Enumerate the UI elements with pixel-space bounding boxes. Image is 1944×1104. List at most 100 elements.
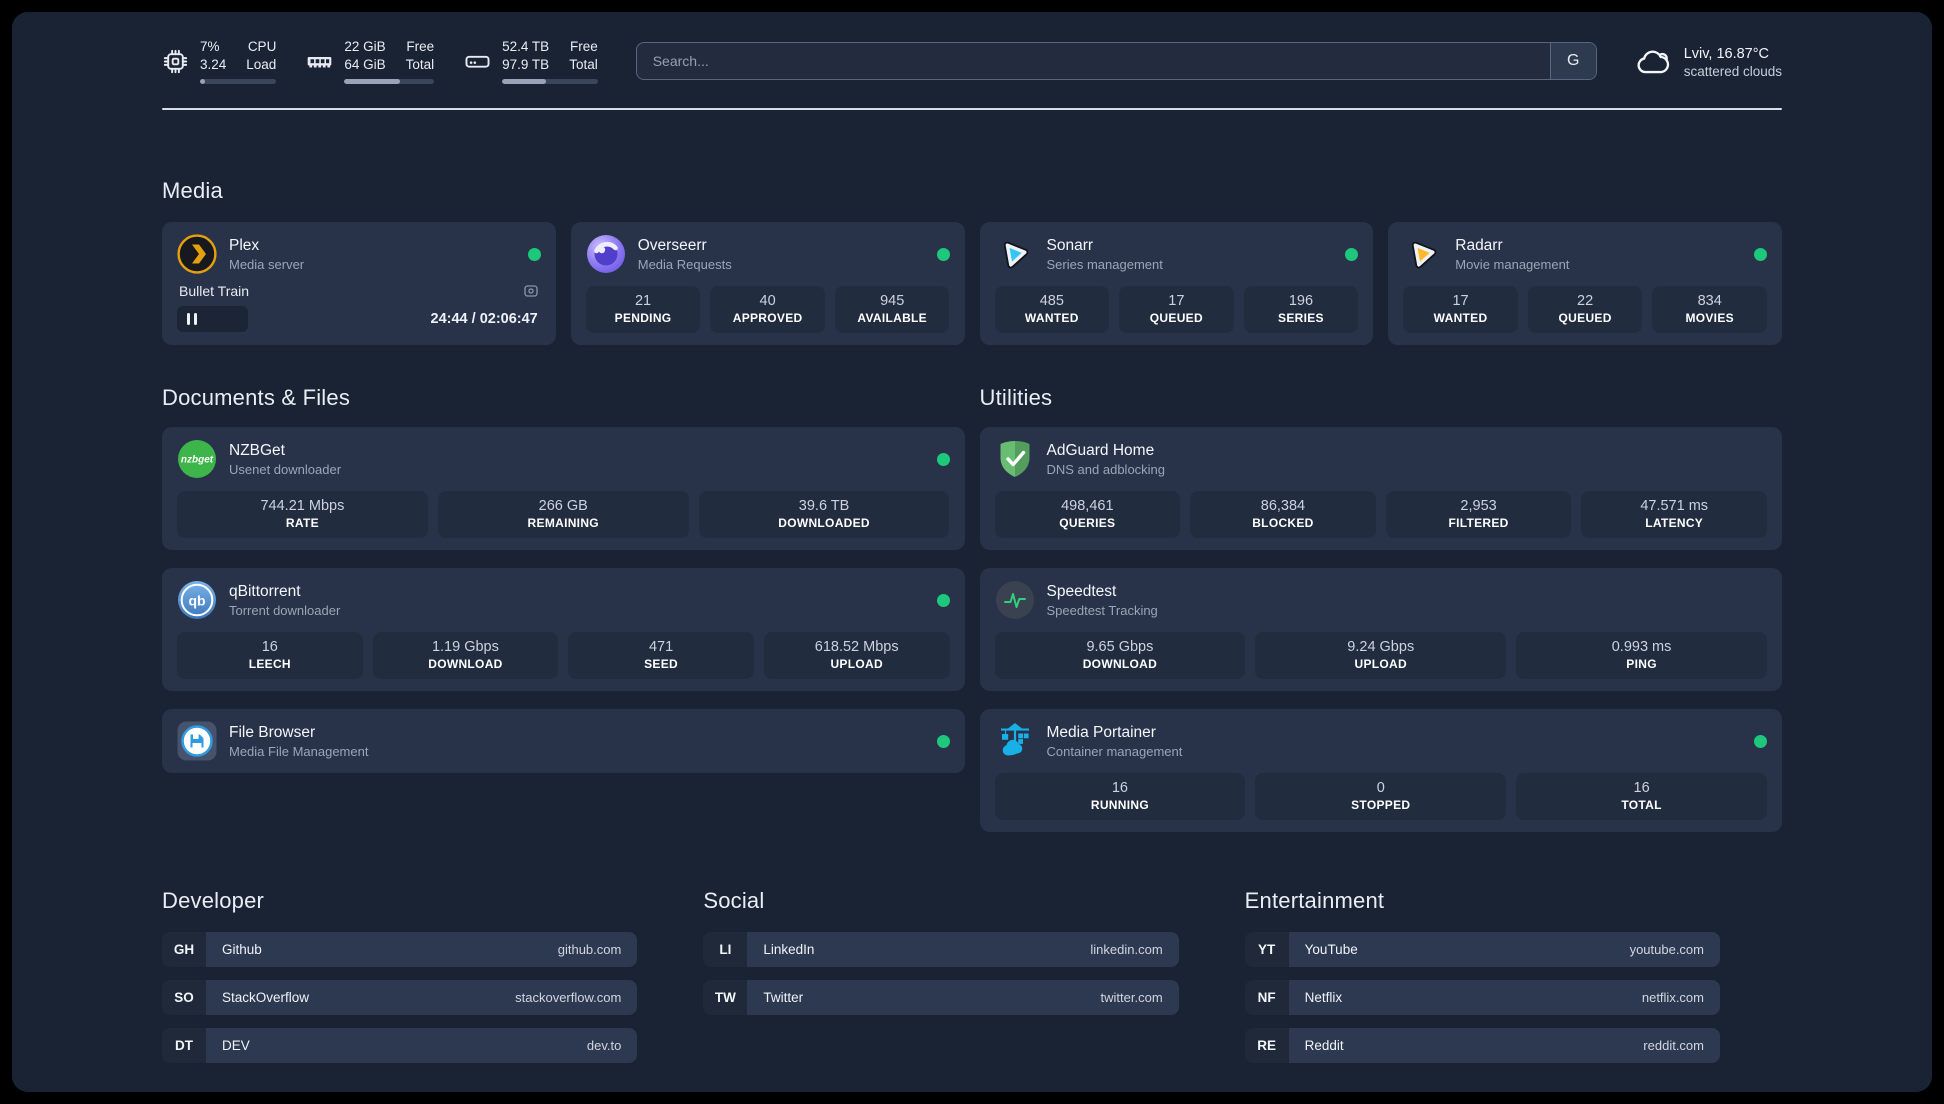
bookmark-twitter[interactable]: TW Twitter twitter.com bbox=[703, 980, 1179, 1016]
bookmark-linkedin[interactable]: LI LinkedIn linkedin.com bbox=[703, 932, 1179, 968]
app-card-filebrowser[interactable]: File Browser Media File Management bbox=[162, 709, 965, 774]
status-online-dot bbox=[1754, 247, 1767, 261]
section-documents: Documents & Files nzbget NZBGet Usenet d… bbox=[162, 385, 965, 774]
cpu-load: 3.24 bbox=[200, 57, 227, 73]
total-label: Total bbox=[569, 57, 598, 73]
filebrowser-icon bbox=[177, 721, 217, 761]
app-subtitle: Usenet downloader bbox=[229, 461, 342, 477]
stat-seed: 471 SEED bbox=[568, 632, 754, 680]
sonarr-icon bbox=[995, 234, 1035, 274]
bookmark-abbr: NF bbox=[1244, 980, 1289, 1016]
app-name: qBittorrent bbox=[229, 582, 301, 600]
app-subtitle: Series management bbox=[1046, 256, 1163, 272]
status-online-dot bbox=[936, 593, 950, 607]
playback-progress-bar: 24:44 / 02:06:47 bbox=[177, 306, 541, 333]
radarr-icon bbox=[1403, 234, 1443, 274]
bookmark-name: Twitter bbox=[763, 990, 804, 1006]
bookmark-abbr: YT bbox=[1244, 932, 1289, 968]
section-social: Social LI LinkedIn linkedin.com TW Twitt… bbox=[703, 888, 1179, 1028]
pause-button[interactable] bbox=[187, 313, 197, 326]
overseerr-icon bbox=[586, 234, 626, 274]
app-card-radarr[interactable]: Radarr Movie management 17 WANTED 22 QUEUE… bbox=[1388, 222, 1782, 346]
bookmark-name: Reddit bbox=[1304, 1038, 1344, 1054]
bookmark-abbr: SO bbox=[162, 980, 206, 1016]
bookmark-github[interactable]: GH Github github.com bbox=[162, 932, 638, 968]
disk-progress-bar bbox=[502, 79, 598, 85]
bookmark-url: github.com bbox=[557, 942, 622, 958]
bookmark-dev[interactable]: DT DEV dev.to bbox=[162, 1028, 638, 1064]
app-name: Sonarr bbox=[1046, 236, 1094, 254]
stat-queries: 498,461 QUERIES bbox=[994, 491, 1181, 539]
bookmark-name: LinkedIn bbox=[763, 942, 815, 958]
bookmark-netflix[interactable]: NF Netflix netflix.com bbox=[1244, 980, 1720, 1016]
app-name: File Browser bbox=[229, 723, 316, 741]
stat-upload: 618.52 Mbps UPLOAD bbox=[763, 632, 950, 680]
app-card-portainer[interactable]: Media Portainer Container management 16 R… bbox=[979, 709, 1782, 833]
disk-total: 97.9 TB bbox=[502, 57, 550, 73]
app-card-sonarr[interactable]: Sonarr Series management 485 WANTED 17 QUE… bbox=[979, 222, 1374, 346]
app-subtitle: Container management bbox=[1046, 743, 1183, 759]
bookmark-name: YouTube bbox=[1304, 942, 1358, 958]
dashboard: 7% 3.24 CPU Load 22 GiB 64 GiB Free Tota… bbox=[12, 12, 1932, 1092]
bookmark-abbr: GH bbox=[162, 932, 206, 968]
bookmark-name: Netflix bbox=[1304, 990, 1343, 1006]
app-name: AdGuard Home bbox=[1046, 441, 1155, 459]
status-online-dot bbox=[936, 734, 950, 748]
cloud-icon bbox=[1635, 47, 1671, 75]
bookmark-abbr: DT bbox=[162, 1028, 206, 1064]
free-label: Free bbox=[406, 39, 435, 54]
plex-now-playing: Bullet Train 24:44 / 02:06:47 bbox=[177, 283, 541, 333]
section-title-developer: Developer bbox=[162, 888, 265, 914]
app-card-adguard[interactable]: AdGuard Home DNS and adblocking 498,461 Q… bbox=[979, 427, 1782, 551]
stat-pending: 21 PENDING bbox=[585, 286, 701, 334]
app-card-nzbget[interactable]: nzbget NZBGet Usenet downloader 744.21 M… bbox=[162, 427, 965, 551]
nzbget-icon: nzbget bbox=[177, 439, 217, 479]
cpu-stat: 7% 3.24 CPU Load bbox=[162, 38, 277, 85]
total-label: Total bbox=[405, 57, 435, 73]
bookmark-url: twitter.com bbox=[1100, 990, 1163, 1006]
section-title-social: Social bbox=[703, 888, 765, 914]
weather-widget[interactable]: Lviv, 16.87°C scattered clouds bbox=[1635, 44, 1782, 79]
bookmark-stackoverflow[interactable]: SO StackOverflow stackoverflow.com bbox=[162, 980, 638, 1016]
bookmark-youtube[interactable]: YT YouTube youtube.com bbox=[1244, 932, 1720, 968]
app-subtitle: Media File Management bbox=[229, 743, 369, 759]
plex-icon bbox=[177, 234, 217, 275]
section-title-entertainment: Entertainment bbox=[1244, 888, 1385, 914]
section-developer: Developer GH Github github.com SO StackO… bbox=[162, 888, 638, 1076]
app-card-overseerr[interactable]: Overseerr Media Requests 21 PENDING 40 APP… bbox=[570, 222, 965, 346]
qbittorrent-icon: qb bbox=[177, 580, 217, 620]
section-entertainment: Entertainment YT YouTube youtube.com NF … bbox=[1244, 888, 1720, 1076]
bookmark-url: linkedin.com bbox=[1090, 942, 1163, 958]
cpu-label: CPU bbox=[247, 39, 277, 54]
stat-total: 16 TOTAL bbox=[1516, 773, 1767, 821]
ram-stat: 22 GiB 64 GiB Free Total bbox=[306, 38, 435, 85]
app-name: NZBGet bbox=[229, 441, 285, 459]
adguard-icon bbox=[995, 439, 1035, 479]
bookmark-name: Github bbox=[222, 942, 262, 958]
header: 7% 3.24 CPU Load 22 GiB 64 GiB Free Tota… bbox=[162, 38, 1782, 85]
bookmark-name: StackOverflow bbox=[222, 990, 310, 1006]
app-subtitle: DNS and adblocking bbox=[1046, 461, 1166, 477]
ram-icon bbox=[306, 48, 333, 75]
app-card-plex[interactable]: Plex Media server Bullet Train 24:44 / 0… bbox=[162, 222, 556, 346]
app-card-qbittorrent[interactable]: qb qBittorrent Torrent downloader 16 LEEC… bbox=[162, 568, 965, 692]
search-engine-button[interactable]: G bbox=[1549, 43, 1596, 80]
app-subtitle: Media server bbox=[229, 256, 305, 272]
search-input[interactable] bbox=[636, 43, 1550, 80]
load-label: Load bbox=[246, 57, 277, 73]
cpu-icon bbox=[162, 48, 189, 75]
bookmark-url: stackoverflow.com bbox=[515, 990, 622, 1006]
system-stats: 7% 3.24 CPU Load 22 GiB 64 GiB Free Tota… bbox=[162, 38, 598, 85]
app-card-speedtest[interactable]: Speedtest Speedtest Tracking 9.65 Gbps DO… bbox=[979, 568, 1782, 692]
stat-queued: 22 QUEUED bbox=[1527, 286, 1643, 334]
bookmark-abbr: RE bbox=[1244, 1028, 1289, 1064]
bookmark-reddit[interactable]: RE Reddit reddit.com bbox=[1244, 1028, 1720, 1064]
bookmark-abbr: TW bbox=[703, 980, 748, 1016]
bookmark-url: youtube.com bbox=[1629, 942, 1704, 958]
stat-ping: 0.993 ms PING bbox=[1516, 632, 1767, 680]
now-playing-title: Bullet Train bbox=[179, 283, 250, 300]
stat-series: 196 SERIES bbox=[1243, 286, 1359, 334]
app-name: Radarr bbox=[1455, 236, 1503, 254]
section-title-utilities: Utilities bbox=[979, 385, 1053, 411]
playback-time: 24:44 / 02:06:47 bbox=[430, 311, 538, 328]
